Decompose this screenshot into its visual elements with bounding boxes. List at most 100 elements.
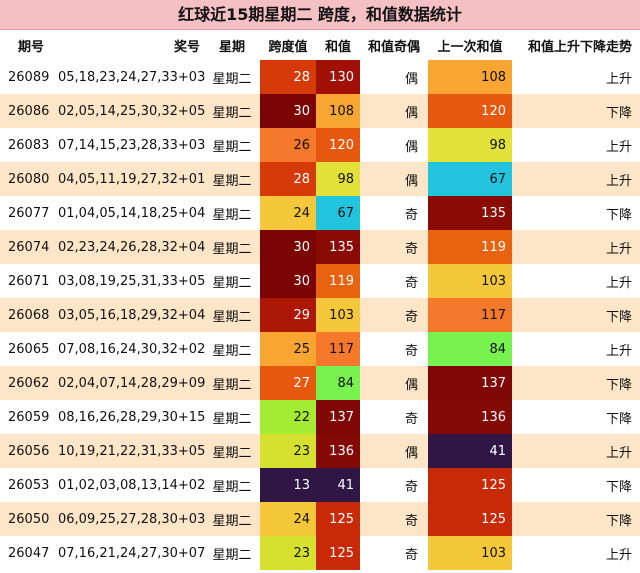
cell-prev-sum: 108	[428, 60, 512, 94]
cell-weekday: 星期二	[204, 536, 260, 570]
cell-period: 26089	[0, 60, 54, 94]
table-row: 26050 06,09,25,27,28,30+03 星期二 24 125 奇 125 下降	[0, 502, 640, 536]
cell-trend: 下降	[512, 366, 640, 400]
cell-trend: 上升	[512, 162, 640, 196]
cell-numbers: 03,08,19,25,31,33+05	[54, 264, 205, 298]
cell-sum: 41	[316, 468, 360, 502]
cell-span: 28	[260, 162, 316, 196]
cell-trend: 下降	[512, 94, 640, 128]
cell-weekday: 星期二	[204, 230, 260, 264]
table-row: 26059 08,16,26,28,29,30+15 星期二 22 137 奇 136 下降	[0, 400, 640, 434]
cell-parity: 偶	[360, 128, 428, 162]
cell-numbers: 02,05,14,25,30,32+05	[54, 94, 205, 128]
cell-weekday: 星期二	[204, 434, 260, 468]
cell-trend: 上升	[512, 264, 640, 298]
table-row: 26074 02,23,24,26,28,32+04 星期二 30 135 奇 119 上升	[0, 230, 640, 264]
table-row: 26062 02,04,07,14,28,29+09 星期二 27 84 偶 137 下降	[0, 366, 640, 400]
cell-period: 26068	[0, 298, 54, 332]
header-period: 期号	[0, 30, 54, 60]
cell-weekday: 星期二	[204, 196, 260, 230]
cell-prev-sum: 103	[428, 536, 512, 570]
cell-parity: 偶	[360, 162, 428, 196]
cell-trend: 下降	[512, 502, 640, 536]
cell-parity: 偶	[360, 366, 428, 400]
cell-prev-sum: 136	[428, 400, 512, 434]
table-row: 26068 03,05,16,18,29,32+04 星期二 29 103 奇 117 下降	[0, 298, 640, 332]
cell-period: 26083	[0, 128, 54, 162]
cell-span: 13	[260, 468, 316, 502]
header-row: 期号 奖号 星期 跨度值 和值 和值奇偶 上一次和值 和值上升下降走势	[0, 30, 640, 60]
cell-sum: 120	[316, 128, 360, 162]
cell-prev-sum: 125	[428, 468, 512, 502]
cell-sum: 67	[316, 196, 360, 230]
table-row: 26071 03,08,19,25,31,33+05 星期二 30 119 奇 103 上升	[0, 264, 640, 298]
cell-span: 25	[260, 332, 316, 366]
cell-span: 30	[260, 264, 316, 298]
cell-weekday: 星期二	[204, 60, 260, 94]
cell-prev-sum: 41	[428, 434, 512, 468]
cell-span: 26	[260, 128, 316, 162]
cell-sum: 117	[316, 332, 360, 366]
cell-period: 26059	[0, 400, 54, 434]
cell-parity: 奇	[360, 264, 428, 298]
cell-period: 26077	[0, 196, 54, 230]
stats-table: 期号 奖号 星期 跨度值 和值 和值奇偶 上一次和值 和值上升下降走势 2608…	[0, 30, 640, 570]
cell-weekday: 星期二	[204, 298, 260, 332]
cell-trend: 下降	[512, 400, 640, 434]
cell-parity: 奇	[360, 332, 428, 366]
header-parity: 和值奇偶	[360, 30, 428, 60]
cell-prev-sum: 103	[428, 264, 512, 298]
cell-span: 23	[260, 434, 316, 468]
cell-prev-sum: 125	[428, 502, 512, 536]
cell-period: 26086	[0, 94, 54, 128]
cell-weekday: 星期二	[204, 94, 260, 128]
cell-numbers: 07,16,21,24,27,30+07	[54, 536, 205, 570]
cell-sum: 119	[316, 264, 360, 298]
cell-numbers: 07,08,16,24,30,32+02	[54, 332, 205, 366]
cell-prev-sum: 84	[428, 332, 512, 366]
cell-span: 22	[260, 400, 316, 434]
cell-trend: 上升	[512, 128, 640, 162]
cell-parity: 奇	[360, 298, 428, 332]
cell-period: 26071	[0, 264, 54, 298]
cell-prev-sum: 67	[428, 162, 512, 196]
cell-numbers: 05,18,23,24,27,33+03	[54, 60, 205, 94]
cell-numbers: 10,19,21,22,31,33+05	[54, 434, 205, 468]
cell-weekday: 星期二	[204, 502, 260, 536]
cell-trend: 下降	[512, 468, 640, 502]
cell-sum: 98	[316, 162, 360, 196]
cell-sum: 103	[316, 298, 360, 332]
cell-weekday: 星期二	[204, 400, 260, 434]
cell-numbers: 01,04,05,14,18,25+04	[54, 196, 205, 230]
cell-sum: 84	[316, 366, 360, 400]
table-row: 26065 07,08,16,24,30,32+02 星期二 25 117 奇 84 上升	[0, 332, 640, 366]
cell-span: 24	[260, 502, 316, 536]
cell-parity: 奇	[360, 502, 428, 536]
cell-weekday: 星期二	[204, 264, 260, 298]
table-body: 26089 05,18,23,24,27,33+03 星期二 28 130 偶 108 上升 2…	[0, 60, 640, 570]
cell-period: 26056	[0, 434, 54, 468]
cell-prev-sum: 119	[428, 230, 512, 264]
cell-numbers: 03,05,16,18,29,32+04	[54, 298, 205, 332]
cell-numbers: 08,16,26,28,29,30+15	[54, 400, 205, 434]
cell-span: 28	[260, 60, 316, 94]
header-span: 跨度值	[260, 30, 316, 60]
table-row: 26053 01,02,03,08,13,14+02 星期二 13 41 奇 125 下降	[0, 468, 640, 502]
header-trend: 和值上升下降走势	[512, 30, 640, 60]
cell-parity: 奇	[360, 400, 428, 434]
cell-parity: 奇	[360, 196, 428, 230]
cell-numbers: 02,23,24,26,28,32+04	[54, 230, 205, 264]
cell-numbers: 02,04,07,14,28,29+09	[54, 366, 205, 400]
cell-period: 26053	[0, 468, 54, 502]
table-row: 26083 07,14,15,23,28,33+03 星期二 26 120 偶 98 上升	[0, 128, 640, 162]
header-prev-sum: 上一次和值	[428, 30, 512, 60]
cell-span: 27	[260, 366, 316, 400]
cell-prev-sum: 137	[428, 366, 512, 400]
stats-panel: 红球近15期星期二 跨度，和值数据统计 期号 奖号 星期 跨度值 和值 和值奇偶…	[0, 0, 640, 573]
table-row: 26086 02,05,14,25,30,32+05 星期二 30 108 偶 120 下降	[0, 94, 640, 128]
cell-sum: 130	[316, 60, 360, 94]
cell-span: 29	[260, 298, 316, 332]
table-row: 26080 04,05,11,19,27,32+01 星期二 28 98 偶 67 上升	[0, 162, 640, 196]
cell-period: 26050	[0, 502, 54, 536]
cell-period: 26047	[0, 536, 54, 570]
